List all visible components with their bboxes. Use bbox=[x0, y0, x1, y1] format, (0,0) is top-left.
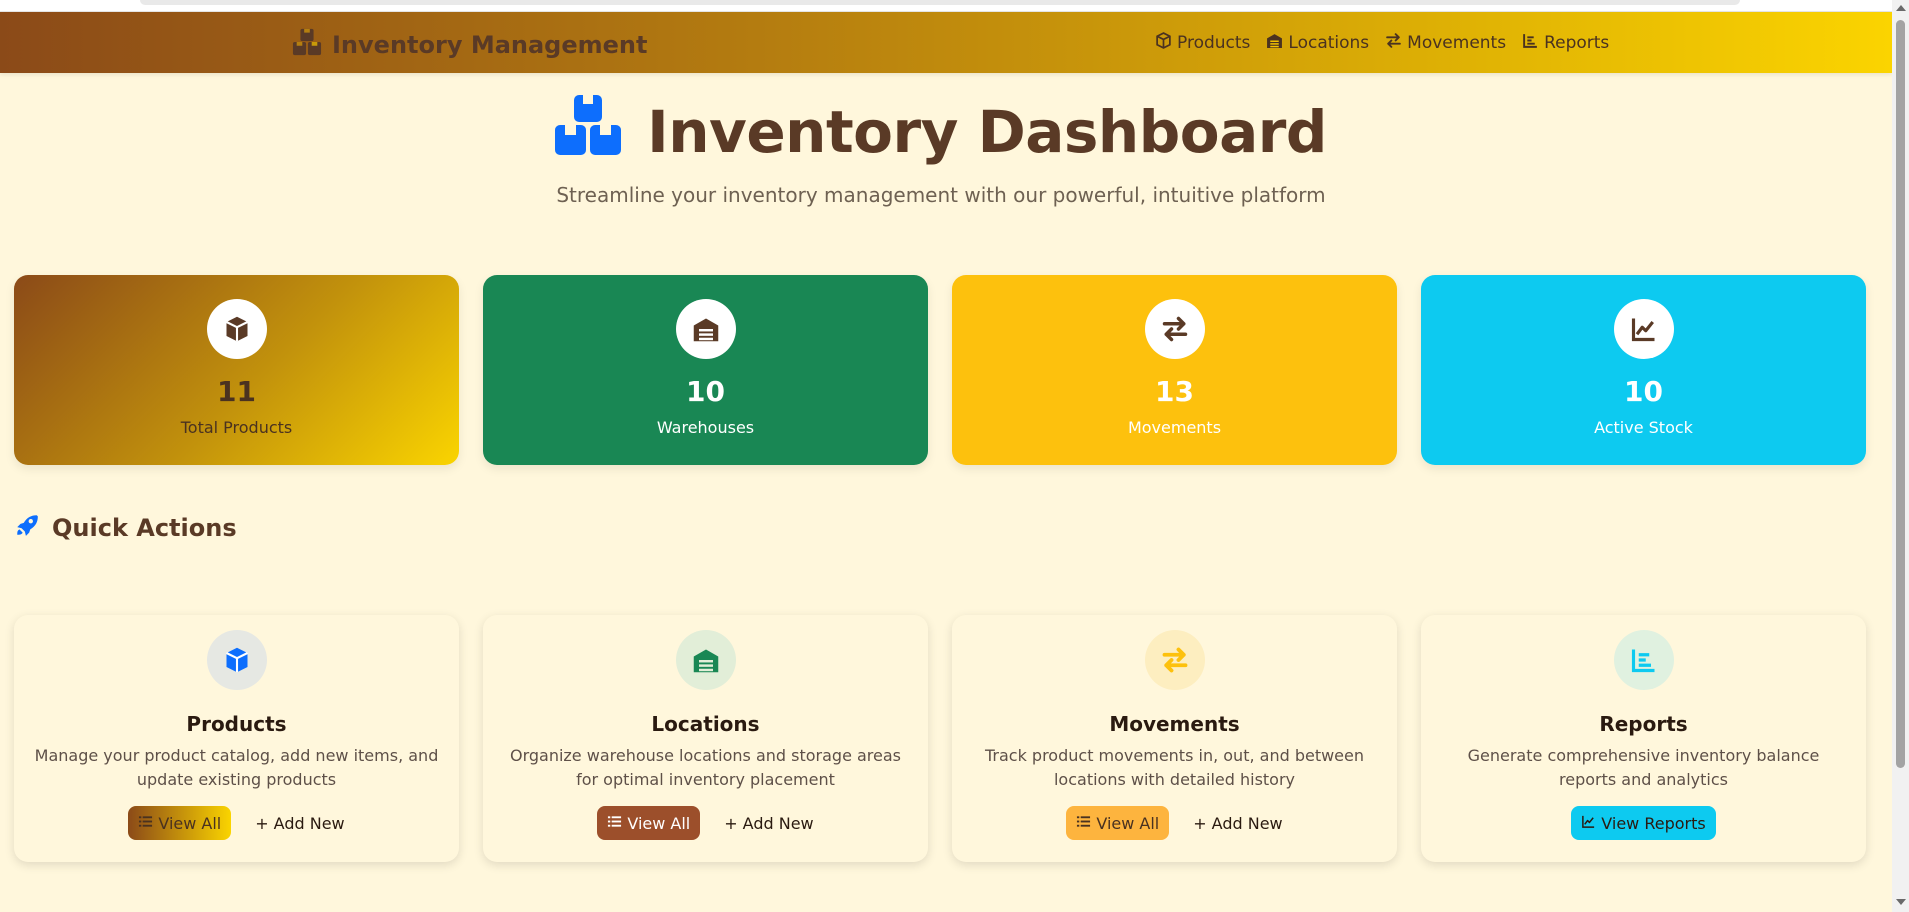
warehouse-icon bbox=[675, 299, 736, 359]
quick-actions-title: Quick Actions bbox=[52, 514, 237, 542]
plus-icon: + bbox=[724, 813, 738, 833]
plus-icon: + bbox=[255, 813, 269, 833]
boxes-icon bbox=[555, 95, 622, 169]
action-card-locations: Locations Organize warehouse locations a… bbox=[483, 615, 928, 862]
card-title: Products bbox=[186, 712, 287, 736]
rocket-icon bbox=[14, 512, 40, 544]
button-label: View All bbox=[1096, 813, 1160, 833]
button-label: Add New bbox=[1211, 813, 1283, 833]
button-label: View All bbox=[627, 813, 691, 833]
stat-label: Active Stock bbox=[1594, 418, 1693, 437]
browser-top-strip bbox=[0, 0, 1892, 12]
arrows-exchange-icon bbox=[1144, 299, 1205, 359]
page-title-text: Inventory Dashboard bbox=[647, 98, 1327, 166]
nav-link-label: Movements bbox=[1407, 33, 1507, 53]
bar-chart-icon bbox=[1613, 630, 1674, 690]
card-actions: View Reports bbox=[1571, 806, 1716, 840]
stat-label: Movements bbox=[1127, 418, 1222, 437]
card-description: Track product movements in, out, and bet… bbox=[984, 746, 1365, 789]
scrollbar[interactable] bbox=[1892, 0, 1909, 912]
box-icon bbox=[206, 630, 267, 690]
nav-link-label: Reports bbox=[1544, 33, 1610, 53]
scroll-down-arrow-icon[interactable] bbox=[1896, 899, 1906, 905]
add-location-button[interactable]: + Add New bbox=[724, 814, 813, 833]
view-all-locations-button[interactable]: View All bbox=[597, 806, 701, 840]
box-icon bbox=[1155, 32, 1172, 54]
add-product-button[interactable]: + Add New bbox=[255, 814, 344, 833]
nav-link-products[interactable]: Products bbox=[1155, 32, 1250, 54]
scrollbar-thumb[interactable] bbox=[1896, 20, 1905, 768]
card-actions: View All + Add New bbox=[597, 806, 814, 840]
view-all-movements-button[interactable]: View All bbox=[1066, 806, 1170, 840]
boxes-icon bbox=[292, 27, 322, 63]
card-description: Organize warehouse locations and storage… bbox=[509, 746, 902, 789]
stat-label: Total Products bbox=[180, 418, 293, 437]
quick-actions-heading: Quick Actions bbox=[14, 512, 237, 544]
nav-link-movements[interactable]: Movements bbox=[1385, 32, 1506, 54]
action-card-products: Products Manage your product catalog, ad… bbox=[14, 615, 459, 862]
view-reports-button[interactable]: View Reports bbox=[1571, 806, 1716, 840]
stat-value: 10 bbox=[686, 375, 725, 408]
card-actions: View All + Add New bbox=[128, 806, 345, 840]
address-bar bbox=[140, 0, 1740, 5]
list-icon bbox=[138, 814, 153, 833]
stats-row: 11 Total Products 10 Warehouses 13 Movem… bbox=[14, 275, 1866, 465]
stat-card-total-products: 11 Total Products bbox=[14, 275, 459, 465]
button-label: View Reports bbox=[1601, 813, 1706, 833]
list-icon bbox=[1076, 814, 1091, 833]
line-chart-icon bbox=[1613, 299, 1674, 359]
page-title: Inventory Dashboard bbox=[0, 95, 1882, 169]
card-title: Movements bbox=[1109, 712, 1240, 736]
button-label: View All bbox=[158, 813, 222, 833]
plus-icon: + bbox=[1193, 813, 1207, 833]
action-card-reports: Reports Generate comprehensive inventory… bbox=[1421, 615, 1866, 862]
nav-link-label: Products bbox=[1177, 33, 1251, 53]
line-chart-icon bbox=[1581, 814, 1596, 833]
stat-card-movements: 13 Movements bbox=[952, 275, 1397, 465]
list-icon bbox=[607, 814, 622, 833]
arrows-exchange-icon bbox=[1385, 32, 1402, 54]
bar-chart-icon bbox=[1522, 32, 1539, 54]
brand-label: Inventory Management bbox=[332, 31, 648, 59]
brand[interactable]: Inventory Management bbox=[292, 27, 647, 63]
quick-actions-grid: Products Manage your product catalog, ad… bbox=[14, 615, 1866, 862]
scroll-up-arrow-icon[interactable] bbox=[1896, 5, 1906, 11]
card-title: Locations bbox=[651, 712, 760, 736]
stat-label: Warehouses bbox=[656, 418, 755, 437]
stat-card-warehouses: 10 Warehouses bbox=[483, 275, 928, 465]
button-label: Add New bbox=[742, 813, 814, 833]
stat-card-active-stock: 10 Active Stock bbox=[1421, 275, 1866, 465]
warehouse-icon bbox=[1266, 32, 1283, 54]
card-description: Manage your product catalog, add new ite… bbox=[34, 746, 439, 789]
stat-value: 10 bbox=[1624, 375, 1663, 408]
button-label: Add New bbox=[273, 813, 345, 833]
card-title: Reports bbox=[1599, 712, 1688, 736]
arrows-exchange-icon bbox=[1144, 630, 1205, 690]
card-description: Generate comprehensive inventory balance… bbox=[1467, 746, 1820, 789]
box-icon bbox=[206, 299, 267, 359]
nav-link-locations[interactable]: Locations bbox=[1266, 32, 1369, 54]
navbar: Inventory Management Products Locations … bbox=[0, 12, 1892, 73]
nav-link-reports[interactable]: Reports bbox=[1522, 32, 1609, 54]
add-movement-button[interactable]: + Add New bbox=[1193, 814, 1282, 833]
warehouse-icon bbox=[675, 630, 736, 690]
action-card-movements: Movements Track product movements in, ou… bbox=[952, 615, 1397, 862]
view-all-products-button[interactable]: View All bbox=[128, 806, 232, 840]
stat-value: 13 bbox=[1155, 375, 1194, 408]
page-subtitle: Streamline your inventory management wit… bbox=[556, 183, 1326, 207]
card-actions: View All + Add New bbox=[1066, 806, 1283, 840]
stat-value: 11 bbox=[217, 375, 256, 408]
nav-link-label: Locations bbox=[1288, 33, 1370, 53]
nav-links: Products Locations Movements Reports bbox=[1155, 32, 1609, 54]
